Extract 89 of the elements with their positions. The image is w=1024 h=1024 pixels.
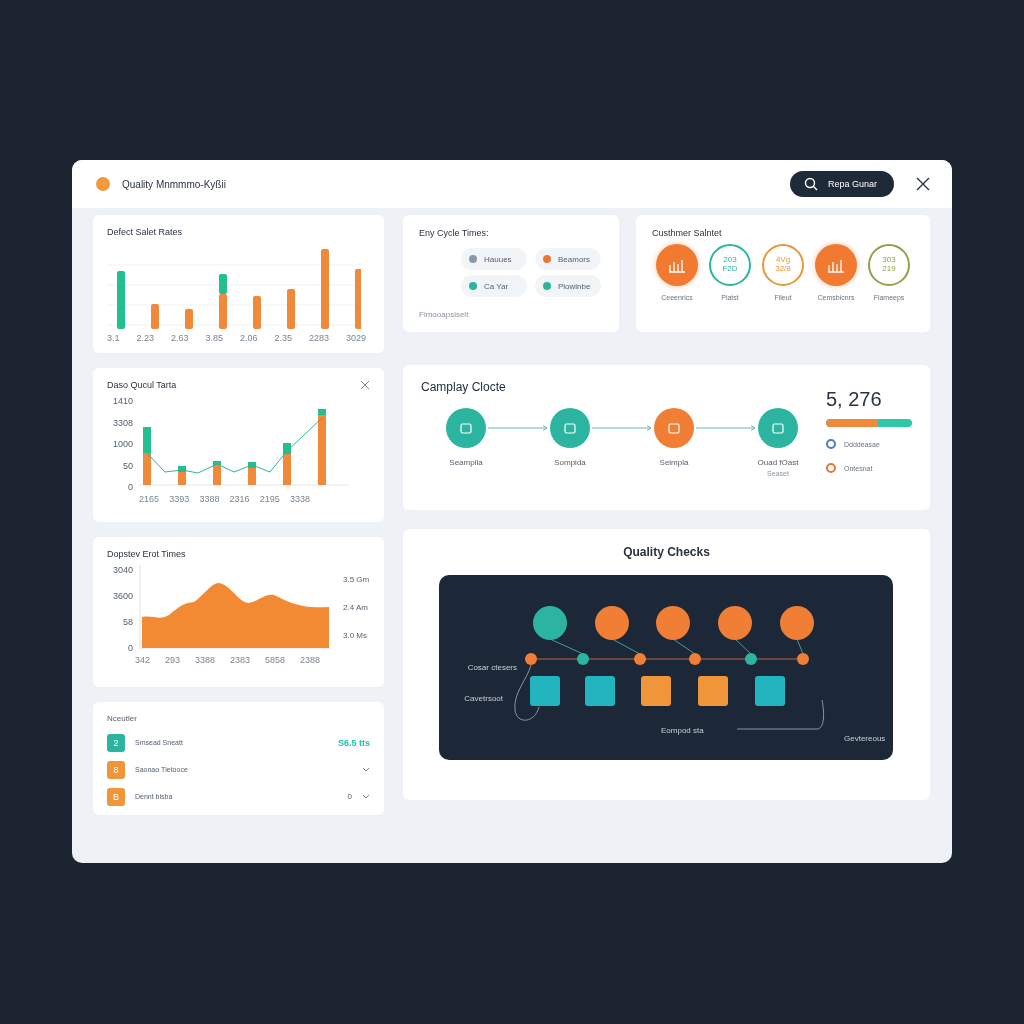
search-button[interactable]: Repa Gunar (790, 171, 894, 197)
chip[interactable]: Hauues (461, 248, 527, 270)
chart-bar (287, 289, 295, 329)
step-label: Sompida (554, 458, 586, 467)
axis-label: 2.35 (274, 333, 292, 343)
chevron-icon[interactable] (362, 767, 370, 772)
axis-label: 3.5 Gm (343, 574, 370, 584)
axis-label: 3308 (111, 417, 133, 428)
axis-label: 2388 (299, 655, 320, 665)
card-title: Dopstev Erot Times (107, 549, 187, 559)
row-badge: 8 (107, 760, 125, 779)
axis-label: 3338 (289, 494, 310, 504)
connector-line (549, 638, 584, 655)
chart-bar (151, 304, 159, 329)
diagram-label: Gevtereous (844, 734, 886, 743)
arrow (695, 424, 757, 432)
card-footer: Fimooapsiselt (419, 310, 603, 319)
axis-label: 3029 (345, 333, 366, 343)
axis-label: 0 (127, 482, 133, 492)
card-title: Quality Checks (622, 545, 711, 559)
row-value: S6.5 tts (338, 737, 370, 748)
step-label: Ouad fOast (757, 458, 799, 467)
chip[interactable]: Ca Yar (461, 275, 527, 297)
connector-line (611, 638, 641, 655)
chart-bar (355, 269, 361, 329)
axis-label: 3.1 (107, 333, 120, 343)
connector-line (734, 638, 752, 655)
window-title: Quality Mnmmmo-Kyßii (122, 178, 226, 190)
step-label: Seimpla (659, 458, 689, 467)
axis-label: 5858 (264, 655, 285, 665)
chart-icon (827, 257, 845, 273)
card-title: Eny Cycle Times: (419, 228, 490, 238)
axis-label: 3388 (199, 494, 220, 504)
axis-label: 2.63 (170, 333, 189, 343)
axis-label: 342 (135, 655, 151, 665)
connector-line (796, 638, 804, 655)
diagram-label: Cavetrsoot (464, 694, 503, 703)
axis-label: 2316 (229, 494, 250, 504)
axis-label: 3.85 (205, 333, 223, 343)
chevron-icon[interactable] (362, 794, 370, 799)
chart-bar (185, 309, 193, 329)
row-badge: 2 (107, 733, 125, 752)
axis-label: 1000 (111, 439, 133, 449)
axis-label: 3.0 Ms (343, 630, 368, 640)
diagram-label: Cosar ctesers (467, 663, 517, 672)
axis-label: 3040 (111, 565, 133, 575)
axis-label: 1410 (111, 396, 133, 406)
metric-circle: 4Vg 32/8 (762, 244, 804, 286)
diagram-label: Eompod sta (661, 726, 704, 735)
axis-label: 293 (165, 655, 180, 665)
chart-bar (253, 296, 261, 329)
axis-label: 3600 (111, 591, 133, 601)
chart-icon (668, 257, 686, 273)
axis-label: 2.4 Am (343, 602, 369, 612)
axis-label: 0 (127, 643, 133, 653)
row-value: 0 (347, 792, 352, 801)
card-title: Nceutler (107, 714, 138, 723)
chart-bar (117, 271, 125, 329)
card-title: Defect Salet Rates (107, 227, 184, 237)
axis-label: 2165 (139, 494, 160, 504)
axis-label: 50 (122, 460, 133, 471)
arrow (591, 424, 653, 432)
connector-line (672, 638, 696, 655)
step-icon (666, 420, 682, 436)
close-icon[interactable] (916, 177, 930, 191)
logo-icon (96, 177, 110, 191)
axis-label: 58 (122, 617, 133, 627)
axis-label: 3388 (194, 655, 215, 665)
axis-label: 2383 (229, 655, 250, 665)
card-title: Custhmer Salntet (652, 228, 723, 238)
card-title: Daso Qucul Tarta (107, 380, 177, 390)
step-icon (770, 420, 786, 436)
chip[interactable]: Plowinbe (535, 275, 601, 297)
axis-label: 2.06 (239, 333, 258, 343)
axis-label: 2.23 (136, 333, 154, 343)
metric-circle: 203 F2D (709, 244, 751, 286)
step-label: Seampila (449, 458, 483, 467)
axis-label: 2283 (308, 333, 329, 343)
card-title: Camplay Clocte (421, 380, 507, 394)
count-value: 5, 276 (826, 388, 883, 411)
axis-label: 3393 (169, 494, 190, 504)
axis-label: 2195 (259, 494, 280, 504)
step-icon (562, 420, 578, 436)
step-icon (458, 420, 474, 436)
metric-circle: 303 219 (868, 244, 910, 286)
search-icon (804, 177, 818, 191)
arrow (487, 424, 549, 432)
chip[interactable]: Beamors (535, 248, 601, 270)
row-badge: B (107, 787, 125, 806)
